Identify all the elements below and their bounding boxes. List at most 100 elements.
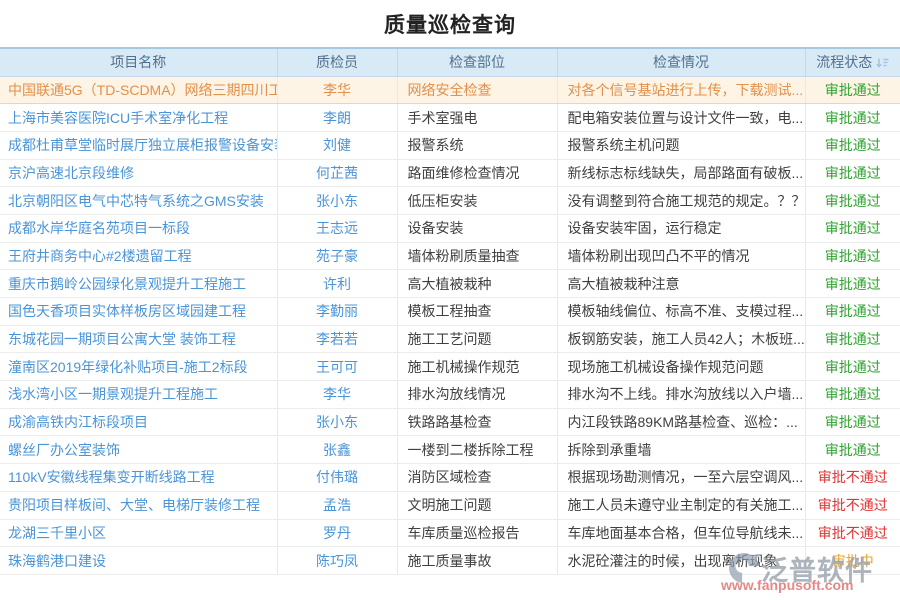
cell-inspector: 孟浩 [277, 491, 397, 519]
table-row[interactable]: 京沪高速北京段维修何芷茜路面维修检查情况新线标志标线缺失，局部路面有破板...审… [0, 159, 900, 187]
cell-inspection-situation: 内江段铁路89KM路基检查、巡检：... [557, 408, 805, 436]
cell-project-name[interactable]: 成都水岸华庭名苑项目一标段 [0, 214, 277, 242]
watermark-url: www.fanpusoft.com [721, 577, 853, 593]
cell-inspector: 罗丹 [277, 519, 397, 547]
cell-project-name[interactable]: 重庆市鹅岭公园绿化景观提升工程施工 [0, 270, 277, 298]
page-title: 质量巡检查询 [0, 9, 900, 39]
cell-inspection-part: 路面维修检查情况 [397, 159, 557, 187]
cell-inspector: 付伟璐 [277, 464, 397, 492]
table-row[interactable]: 上海市美容医院ICU手术室净化工程李朗手术室强电配电箱安装位置与设计文件一致，电… [0, 104, 900, 132]
cell-flow-status: 审批通过 [805, 76, 900, 104]
cell-inspection-part: 消防区域检查 [397, 464, 557, 492]
column-header-project[interactable]: 项目名称 [0, 48, 277, 76]
cell-flow-status: 审批通过 [805, 187, 900, 215]
cell-inspection-part: 手术室强电 [397, 104, 557, 132]
table-row[interactable]: 成都杜甫草堂临时展厅独立展柜报警设备安装项刘健报警系统报警系统主机问题审批通过 [0, 131, 900, 159]
cell-project-name[interactable]: 螺丝厂办公室装饰 [0, 436, 277, 464]
column-header-label: 项目名称 [110, 54, 166, 70]
cell-flow-status: 审批通过 [805, 242, 900, 270]
cell-inspection-situation: 排水沟不上线。排水沟放线以入户墙... [557, 381, 805, 409]
cell-inspector: 王志远 [277, 214, 397, 242]
table-header-row: 项目名称 质检员 检查部位 检查情况 流程状态 [0, 48, 900, 76]
cell-inspection-part: 低压柜安装 [397, 187, 557, 215]
cell-flow-status: 审批通过 [805, 270, 900, 298]
column-header-label: 检查情况 [653, 54, 709, 70]
column-header-situation[interactable]: 检查情况 [557, 48, 805, 76]
cell-inspection-part: 施工机械操作规范 [397, 353, 557, 381]
cell-inspection-part: 网络安全检查 [397, 76, 557, 104]
column-header-label: 流程状态 [816, 54, 872, 70]
cell-flow-status: 审批通过 [805, 104, 900, 132]
cell-project-name[interactable]: 成都杜甫草堂临时展厅独立展柜报警设备安装项 [0, 131, 277, 159]
cell-inspection-part: 设备安装 [397, 214, 557, 242]
cell-project-name[interactable]: 王府井商务中心#2楼遗留工程 [0, 242, 277, 270]
cell-project-name[interactable]: 成渝高铁内江标段项目 [0, 408, 277, 436]
cell-inspector: 苑子豪 [277, 242, 397, 270]
cell-inspection-part: 铁路路基检查 [397, 408, 557, 436]
cell-project-name[interactable]: 潼南区2019年绿化补贴项目-施工2标段 [0, 353, 277, 381]
cell-inspection-part: 排水沟放线情况 [397, 381, 557, 409]
cell-project-name[interactable]: 110kV安徽线程集变开断线路工程 [0, 464, 277, 492]
cell-inspection-situation: 施工人员未遵守业主制定的有关施工... [557, 491, 805, 519]
cell-project-name[interactable]: 上海市美容医院ICU手术室净化工程 [0, 104, 277, 132]
table-row[interactable]: 中国联通5G（TD-SCDMA）网络三期四川工程李华网络安全检查对各个信号基站进… [0, 76, 900, 104]
cell-inspector: 张鑫 [277, 436, 397, 464]
quality-inspection-query-page: 质量巡检查询 项目名称 质检员 检查部位 检查情况 流程状态 中国联通5G（TD… [0, 0, 900, 600]
cell-flow-status: 审批通过 [805, 381, 900, 409]
table-row[interactable]: 成渝高铁内江标段项目张小东铁路路基检查内江段铁路89KM路基检查、巡检：...审… [0, 408, 900, 436]
cell-project-name[interactable]: 珠海鹤港口建设 [0, 547, 277, 575]
table-row[interactable]: 重庆市鹅岭公园绿化景观提升工程施工许利高大植被栽种高大植被栽种注意审批通过 [0, 270, 900, 298]
table-row[interactable]: 东城花园一期项目公寓大堂 装饰工程李若若施工工艺问题板钢筋安装，施工人员42人；… [0, 325, 900, 353]
cell-project-name[interactable]: 北京朝阳区电气中芯特气系统之GMS安装 [0, 187, 277, 215]
cell-inspection-situation: 拆除到承重墙 [557, 436, 805, 464]
cell-project-name[interactable]: 贵阳项目样板间、大堂、电梯厅装修工程 [0, 491, 277, 519]
cell-inspection-situation: 根据现场勘测情况，一至六层空调风... [557, 464, 805, 492]
column-header-part[interactable]: 检查部位 [397, 48, 557, 76]
sort-descending-icon[interactable] [876, 56, 889, 72]
column-header-status[interactable]: 流程状态 [805, 48, 900, 76]
cell-flow-status: 审批不通过 [805, 464, 900, 492]
column-header-label: 检查部位 [449, 54, 505, 70]
table-row[interactable]: 螺丝厂办公室装饰张鑫一楼到二楼拆除工程拆除到承重墙审批通过 [0, 436, 900, 464]
cell-flow-status: 审批通过 [805, 436, 900, 464]
table-row[interactable]: 110kV安徽线程集变开断线路工程付伟璐消防区域检查根据现场勘测情况，一至六层空… [0, 464, 900, 492]
cell-inspection-part: 高大植被栽种 [397, 270, 557, 298]
cell-project-name[interactable]: 中国联通5G（TD-SCDMA）网络三期四川工程 [0, 76, 277, 104]
table-row[interactable]: 龙湖三千里小区罗丹车库质量巡检报告车库地面基本合格，但车位导航线未...审批不通… [0, 519, 900, 547]
cell-flow-status: 审批通过 [805, 325, 900, 353]
table-row[interactable]: 潼南区2019年绿化补贴项目-施工2标段王可可施工机械操作规范现场施工机械设备操… [0, 353, 900, 381]
cell-inspector: 刘健 [277, 131, 397, 159]
cell-inspection-situation: 车库地面基本合格，但车位导航线未... [557, 519, 805, 547]
column-header-label: 质检员 [316, 54, 358, 70]
table-row[interactable]: 国色天香项目实体样板房区域园建工程李勤丽模板工程抽查模板轴线偏位、标高不准、支模… [0, 298, 900, 326]
cell-project-name[interactable]: 国色天香项目实体样板房区域园建工程 [0, 298, 277, 326]
cell-flow-status: 审批通过 [805, 131, 900, 159]
cell-inspector: 许利 [277, 270, 397, 298]
table-row[interactable]: 北京朝阳区电气中芯特气系统之GMS安装张小东低压柜安装没有调整到符合施工规范的规… [0, 187, 900, 215]
cell-flow-status: 审批通过 [805, 214, 900, 242]
cell-inspection-situation: 报警系统主机问题 [557, 131, 805, 159]
table-row[interactable]: 珠海鹤港口建设陈巧凤施工质量事故水泥砼灌注的时候，出现离析现象审批中 [0, 547, 900, 575]
cell-inspection-situation: 板钢筋安装，施工人员42人；木板班... [557, 325, 805, 353]
table-row[interactable]: 贵阳项目样板间、大堂、电梯厅装修工程孟浩文明施工问题施工人员未遵守业主制定的有关… [0, 491, 900, 519]
cell-inspection-situation: 新线标志标线缺失，局部路面有破板... [557, 159, 805, 187]
cell-inspection-situation: 设备安装牢固，运行稳定 [557, 214, 805, 242]
cell-project-name[interactable]: 浅水湾小区一期景观提升工程施工 [0, 381, 277, 409]
table-row[interactable]: 王府井商务中心#2楼遗留工程苑子豪墙体粉刷质量抽查墙体粉刷出现凹凸不平的情况审批… [0, 242, 900, 270]
cell-inspector: 李华 [277, 381, 397, 409]
cell-inspector: 李若若 [277, 325, 397, 353]
table-row[interactable]: 成都水岸华庭名苑项目一标段王志远设备安装设备安装牢固，运行稳定审批通过 [0, 214, 900, 242]
inspection-table: 项目名称 质检员 检查部位 检查情况 流程状态 中国联通5G（TD-SCDMA）… [0, 47, 900, 575]
cell-inspection-situation: 模板轴线偏位、标高不准、支模过程... [557, 298, 805, 326]
cell-project-name[interactable]: 东城花园一期项目公寓大堂 装饰工程 [0, 325, 277, 353]
cell-inspector: 张小东 [277, 187, 397, 215]
cell-inspection-part: 施工工艺问题 [397, 325, 557, 353]
cell-flow-status: 审批通过 [805, 298, 900, 326]
cell-project-name[interactable]: 京沪高速北京段维修 [0, 159, 277, 187]
cell-inspection-part: 文明施工问题 [397, 491, 557, 519]
cell-inspection-part: 车库质量巡检报告 [397, 519, 557, 547]
cell-inspection-situation: 配电箱安装位置与设计文件一致，电... [557, 104, 805, 132]
column-header-inspector[interactable]: 质检员 [277, 48, 397, 76]
cell-project-name[interactable]: 龙湖三千里小区 [0, 519, 277, 547]
table-row[interactable]: 浅水湾小区一期景观提升工程施工李华排水沟放线情况排水沟不上线。排水沟放线以入户墙… [0, 381, 900, 409]
